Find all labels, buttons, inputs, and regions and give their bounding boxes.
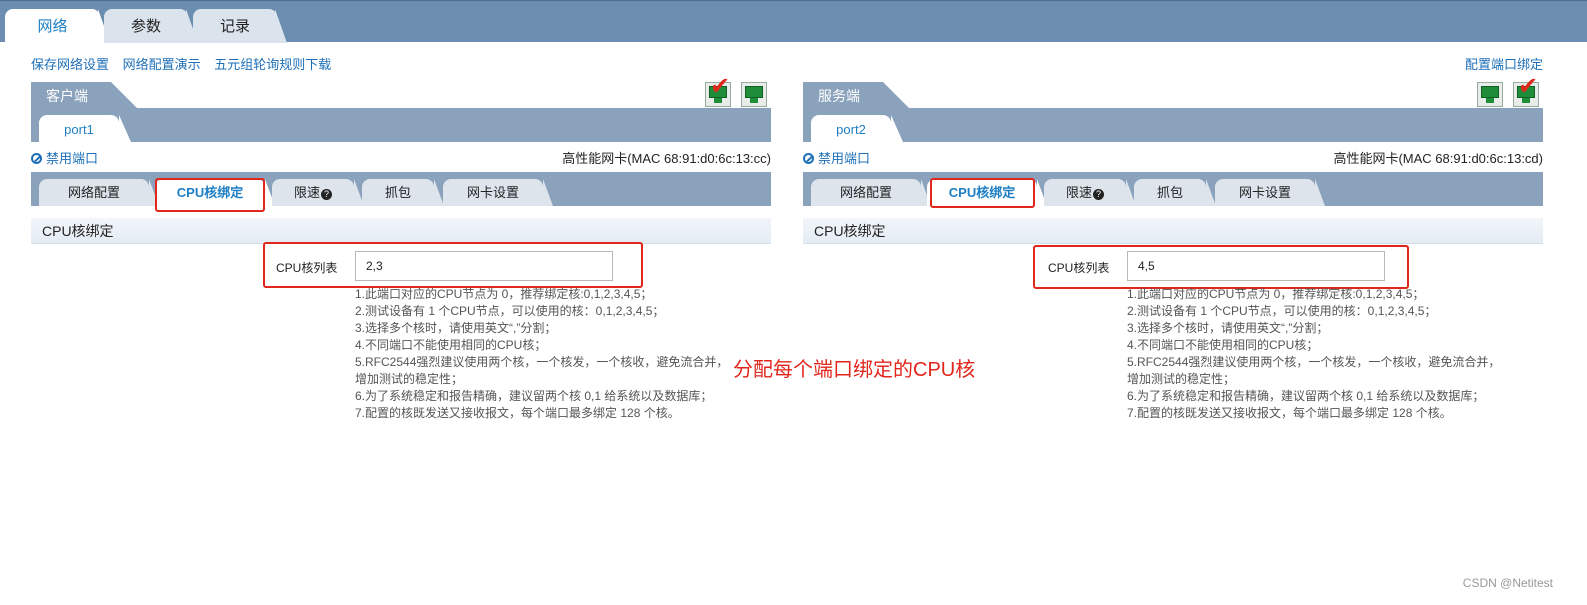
client-nic-label: 高性能网卡(MAC 68:91:d0:6c:13:cc) [562, 151, 771, 166]
help-icon[interactable]: ? [321, 189, 332, 200]
top-tab-bar: 网络 参数 记录 [0, 0, 1587, 43]
save-network-settings-link[interactable]: 保存网络设置 [31, 57, 109, 72]
tab-capture[interactable]: 抓包 [1134, 179, 1216, 206]
ban-icon [803, 153, 814, 164]
tab-network[interactable]: 网络 [5, 9, 110, 43]
monitor-check-icon[interactable]: ✔ [705, 75, 731, 107]
server-nic-label: 高性能网卡(MAC 68:91:d0:6c:13:cd) [1333, 151, 1543, 166]
help-icon[interactable]: ? [1093, 189, 1104, 200]
client-port-bar: port1 [31, 108, 771, 142]
client-cpu-list-label: CPU核列表 [276, 261, 338, 275]
watermark: CSDN @Netitest [1462, 576, 1553, 590]
tab-cpu-binding[interactable]: CPU核绑定 [155, 179, 275, 206]
client-disable-port-link[interactable]: 禁用端口 [31, 148, 98, 167]
client-section-title: CPU核绑定 [31, 218, 771, 244]
disable-port-label: 禁用端口 [46, 151, 99, 166]
tab-rate-limit[interactable]: 限速? [272, 179, 364, 206]
client-panel-title: 客户端 [31, 82, 137, 108]
tab-records[interactable]: 记录 [193, 9, 287, 43]
server-panel-icons: ✔ [1477, 75, 1539, 107]
server-panel-title: 服务端 [803, 82, 909, 108]
server-section-title: CPU核绑定 [803, 218, 1543, 244]
server-port-bar: port2 [803, 108, 1543, 142]
rate-limit-label: 限速 [293, 185, 320, 200]
tab-capture[interactable]: 抓包 [362, 179, 444, 206]
monitor-icon[interactable] [1477, 82, 1503, 107]
server-cpu-list-input[interactable] [1127, 251, 1385, 281]
client-cpu-list-input[interactable] [355, 251, 613, 281]
client-panel-icons: ✔ [705, 75, 767, 107]
tab-network-config[interactable]: 网络配置 [811, 179, 931, 206]
monitor-icon[interactable] [741, 82, 767, 107]
rule-download-link[interactable]: 五元组轮询规则下载 [214, 57, 331, 72]
disable-port-label: 禁用端口 [818, 151, 871, 166]
configure-port-binding-link[interactable]: 配置端口绑定 [1465, 54, 1543, 73]
tab-cpu-binding[interactable]: CPU核绑定 [927, 179, 1047, 206]
tab-nic-settings[interactable]: 网卡设置 [1215, 179, 1325, 206]
server-disable-port-link[interactable]: 禁用端口 [803, 148, 870, 167]
server-cpu-list-label: CPU核列表 [1048, 261, 1110, 275]
client-info-row: 禁用端口 高性能网卡(MAC 68:91:d0:6c:13:cc) [31, 148, 771, 166]
ban-icon [31, 153, 42, 164]
network-demo-link[interactable]: 网络配置演示 [123, 57, 201, 72]
client-notes: 1.此端口对应的CPU节点为 0，推荐绑定核:0,1,2,3,4,5； 2.测试… [355, 287, 729, 420]
annotation-text: 分配每个端口绑定的CPU核 [733, 359, 976, 381]
client-sub-tab-bar: 网络配置 CPU核绑定 限速? 抓包 网卡设置 [31, 172, 771, 206]
rate-limit-label: 限速 [1065, 185, 1092, 200]
action-links: 保存网络设置 网络配置演示 五元组轮询规则下载 [31, 54, 341, 73]
tab-nic-settings[interactable]: 网卡设置 [443, 179, 553, 206]
server-notes: 1.此端口对应的CPU节点为 0，推荐绑定核:0,1,2,3,4,5； 2.测试… [1127, 287, 1501, 420]
monitor-check-icon[interactable]: ✔ [1513, 75, 1539, 107]
server-sub-tab-bar: 网络配置 CPU核绑定 限速? 抓包 网卡设置 [803, 172, 1543, 206]
tab-port2[interactable]: port2 [811, 115, 903, 142]
tab-parameters[interactable]: 参数 [104, 9, 198, 43]
tab-network-config[interactable]: 网络配置 [39, 179, 159, 206]
server-info-row: 禁用端口 高性能网卡(MAC 68:91:d0:6c:13:cd) [803, 148, 1543, 166]
tab-rate-limit[interactable]: 限速? [1044, 179, 1136, 206]
tab-port1[interactable]: port1 [39, 115, 131, 142]
